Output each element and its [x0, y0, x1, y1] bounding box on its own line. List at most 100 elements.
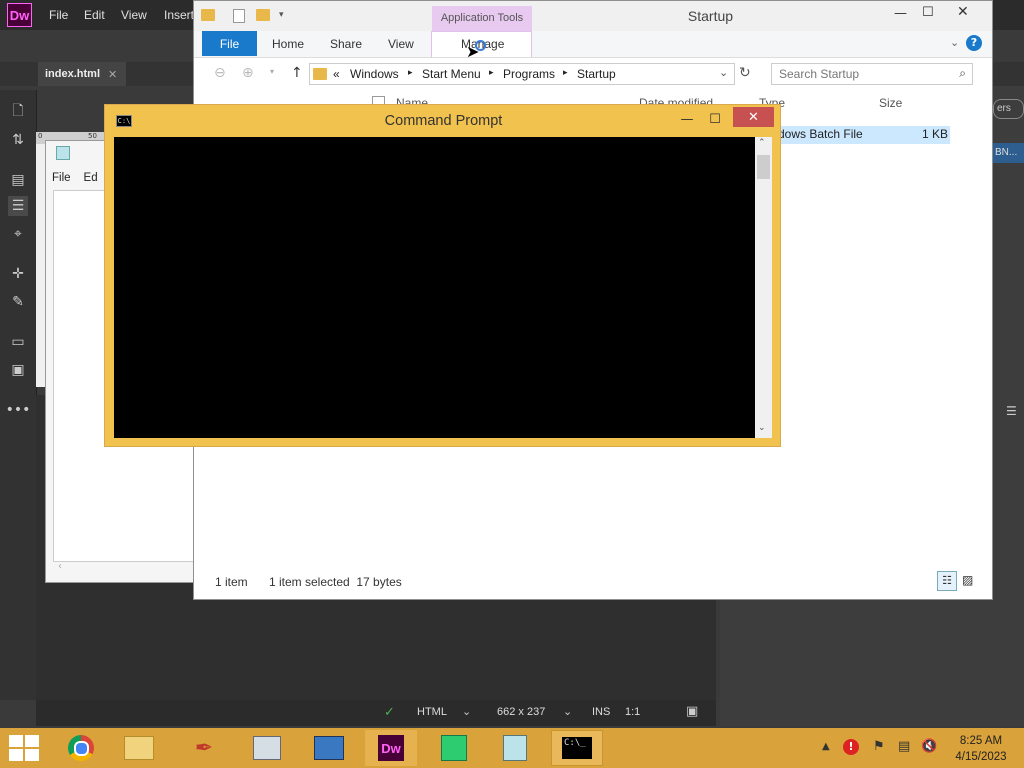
close-icon[interactable]: ✕: [957, 4, 969, 20]
chrome-icon[interactable]: [55, 730, 107, 766]
breadcrumb-windows[interactable]: Windows: [350, 67, 399, 81]
notepad-taskbar-icon[interactable]: [489, 730, 541, 766]
scroll-left-icon[interactable]: ‹: [58, 561, 62, 572]
window-size-select[interactable]: 662 x 237: [497, 706, 545, 718]
maximize-icon[interactable]: ☐: [922, 5, 934, 20]
hamburger-icon[interactable]: ☰: [1006, 404, 1017, 418]
breadcrumb-programs[interactable]: Programs: [503, 67, 555, 81]
dw-menu-edit[interactable]: Edit: [84, 8, 105, 22]
tab-file[interactable]: File: [202, 31, 257, 56]
breadcrumb-overflow[interactable]: «: [333, 67, 340, 81]
action-center-flag-icon[interactable]: ⚑: [873, 739, 885, 754]
dw-tab-index-html[interactable]: index.html ✕: [38, 62, 126, 86]
package-app-icon[interactable]: [428, 730, 480, 766]
more-icon[interactable]: •••: [6, 400, 31, 420]
clock-date: 4/15/2023: [955, 751, 1007, 763]
refresh-icon[interactable]: ↻: [739, 65, 751, 81]
explorer-statusbar: 1 item 1 item selected 17 bytes ☷ ▨: [194, 571, 992, 596]
command-prompt-taskbar-icon[interactable]: C:\_: [551, 730, 603, 766]
feather-app-icon[interactable]: ✒: [178, 730, 230, 766]
notepad-menubar: File Ed: [52, 172, 98, 184]
alert-icon[interactable]: !: [843, 739, 859, 755]
details-view-icon[interactable]: ☷: [937, 571, 957, 591]
notepad-menu-edit[interactable]: Ed: [84, 172, 98, 184]
back-icon[interactable]: ⊖: [214, 65, 226, 81]
item-count: 1 item: [215, 575, 248, 589]
chevron-right-icon: ▸: [563, 67, 568, 77]
volume-muted-icon[interactable]: 🔇: [921, 739, 937, 754]
remote-desktop-icon[interactable]: [303, 730, 355, 766]
tab-share[interactable]: Share: [330, 37, 362, 51]
dw-tab-label: index.html: [45, 68, 101, 80]
notepad-icon: [56, 146, 70, 160]
forward-icon[interactable]: ⊕: [242, 65, 254, 81]
dw-menu-file[interactable]: File: [49, 8, 68, 22]
search-icon[interactable]: ⌕: [959, 66, 966, 81]
snippet-icon[interactable]: ▣: [8, 360, 28, 380]
file-icon[interactable]: 🗋: [8, 102, 28, 122]
network-icon[interactable]: ▤: [898, 739, 910, 754]
file-size: 1 KB: [921, 127, 948, 141]
chevron-right-icon: ▸: [489, 67, 494, 77]
large-icons-view-icon[interactable]: ▨: [962, 573, 973, 587]
tab-view[interactable]: View: [388, 37, 414, 51]
dreamweaver-logo: Dw: [7, 3, 32, 27]
dw-statusbar: [36, 700, 716, 726]
doc-type-select[interactable]: HTML: [417, 706, 447, 718]
preview-icon[interactable]: ▣: [686, 704, 698, 719]
file-explorer-icon[interactable]: [113, 730, 165, 766]
target-icon[interactable]: ⌖: [8, 224, 28, 244]
search-input[interactable]: Search Startup ⌕: [771, 63, 973, 85]
minimize-icon[interactable]: —: [894, 6, 907, 21]
address-bar[interactable]: « Windows ▸ Start Menu ▸ Programs ▸ Star…: [309, 63, 735, 85]
dw-menu-insert[interactable]: Insert: [164, 8, 194, 22]
chevron-right-icon: ▸: [408, 67, 413, 77]
chevron-down-icon: ⌄: [563, 705, 573, 718]
ruler-mark: 0: [38, 132, 43, 140]
explorer-ribbon: [194, 31, 992, 58]
dw-panel-item[interactable]: BN...: [993, 143, 1024, 163]
windows-start-icon[interactable]: [9, 735, 39, 761]
scroll-down-icon[interactable]: ⌄: [758, 423, 766, 433]
dw-menu-view[interactable]: View: [121, 8, 147, 22]
file-row[interactable]: dows Batch File 1 KB: [754, 126, 950, 144]
busy-spinner-icon: [475, 40, 486, 51]
console-output[interactable]: [114, 137, 755, 438]
minimize-icon[interactable]: —: [674, 109, 700, 129]
maximize-icon[interactable]: ☐: [702, 109, 728, 129]
selection-info: 1 item selected 17 bytes: [269, 575, 402, 589]
help-icon[interactable]: ?: [966, 35, 982, 51]
column-size[interactable]: Size: [879, 96, 902, 110]
system-clock[interactable]: 8:25 AM 4/15/2023: [946, 733, 1016, 765]
check-circle-icon: ✓: [384, 705, 395, 720]
expand-ribbon-icon[interactable]: ⌄: [950, 36, 959, 49]
close-button[interactable]: ✕: [733, 107, 774, 127]
notepad-menu-file[interactable]: File: [52, 172, 71, 184]
scroll-up-icon[interactable]: ⌃: [758, 138, 766, 148]
explorer-title: Startup: [687, 8, 734, 24]
chevron-down-icon[interactable]: ⌄: [719, 66, 728, 79]
dw-panel-button[interactable]: ers: [993, 99, 1024, 119]
properties-icon[interactable]: ▤: [8, 170, 28, 190]
dom-outline-icon[interactable]: ☰: [8, 196, 28, 216]
insert-mode-indicator[interactable]: INS: [592, 706, 610, 718]
sort-arrows-icon[interactable]: ⇅: [8, 130, 28, 150]
comment-icon[interactable]: ▭: [8, 332, 28, 352]
breadcrumb-start-menu[interactable]: Start Menu: [422, 67, 481, 81]
transform-icon[interactable]: ✛: [8, 264, 28, 284]
command-prompt-window[interactable]: C:\ Command Prompt — ☐ ✕ ⌃ ⌄: [104, 104, 781, 447]
up-arrow-icon[interactable]: ↑: [291, 65, 303, 81]
dreamweaver-taskbar-icon[interactable]: Dw: [365, 730, 417, 766]
vertical-scrollbar[interactable]: [755, 137, 772, 438]
scrollbar-thumb[interactable]: [757, 155, 770, 179]
eyedropper-icon[interactable]: ✎: [8, 292, 28, 312]
image-viewer-icon[interactable]: [241, 730, 293, 766]
tab-home[interactable]: Home: [272, 37, 304, 51]
show-hidden-icons-icon[interactable]: ▲: [822, 741, 830, 752]
breadcrumb-startup[interactable]: Startup: [577, 67, 616, 81]
zoom-indicator: 1:1: [625, 706, 641, 718]
search-placeholder: Search Startup: [779, 67, 860, 81]
ruler-mark: 50: [88, 132, 97, 140]
close-icon[interactable]: ✕: [108, 68, 117, 81]
recent-locations-icon[interactable]: ▾: [270, 67, 274, 76]
